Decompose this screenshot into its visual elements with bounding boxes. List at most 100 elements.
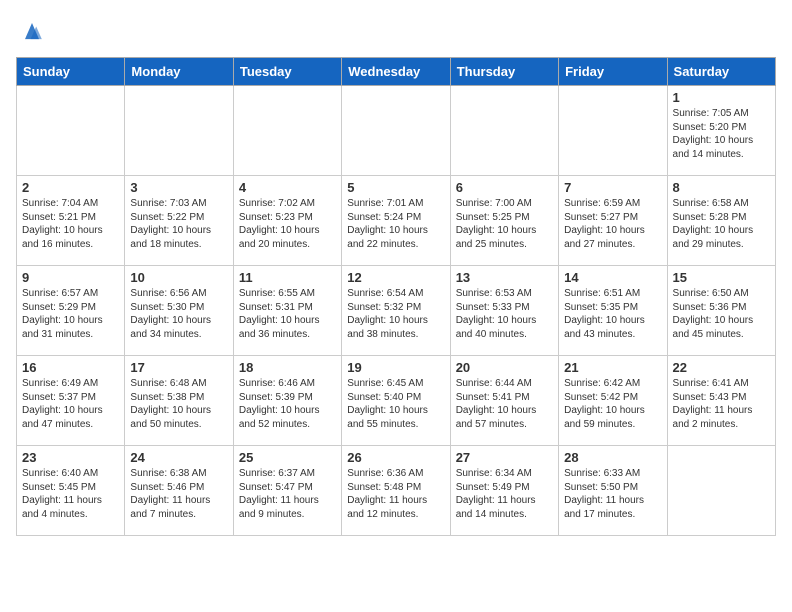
day-info: Sunrise: 7:00 AM Sunset: 5:25 PM Dayligh… [456, 197, 553, 251]
weekday-header-friday: Friday [559, 58, 667, 86]
day-info: Sunrise: 7:03 AM Sunset: 5:22 PM Dayligh… [130, 197, 227, 251]
weekday-header-thursday: Thursday [450, 58, 558, 86]
calendar-cell: 21 Sunrise: 6:42 AM Sunset: 5:42 PM Dayli… [559, 356, 667, 446]
calendar-cell: 22 Sunrise: 6:41 AM Sunset: 5:43 PM Dayli… [667, 356, 775, 446]
calendar-cell: 5 Sunrise: 7:01 AM Sunset: 5:24 PM Daylig… [342, 176, 450, 266]
calendar-cell: 14 Sunrise: 6:51 AM Sunset: 5:35 PM Dayli… [559, 266, 667, 356]
day-info: Sunrise: 7:01 AM Sunset: 5:24 PM Dayligh… [347, 197, 444, 251]
calendar-cell [559, 86, 667, 176]
calendar-cell: 23 Sunrise: 6:40 AM Sunset: 5:45 PM Dayli… [17, 446, 125, 536]
day-number: 4 [239, 180, 336, 195]
day-info: Sunrise: 6:45 AM Sunset: 5:40 PM Dayligh… [347, 377, 444, 431]
page-header [16, 16, 776, 49]
day-number: 23 [22, 450, 119, 465]
calendar-cell [667, 446, 775, 536]
weekday-header-wednesday: Wednesday [342, 58, 450, 86]
day-info: Sunrise: 6:55 AM Sunset: 5:31 PM Dayligh… [239, 287, 336, 341]
day-info: Sunrise: 6:53 AM Sunset: 5:33 PM Dayligh… [456, 287, 553, 341]
calendar-cell: 28 Sunrise: 6:33 AM Sunset: 5:50 PM Dayli… [559, 446, 667, 536]
day-number: 15 [673, 270, 770, 285]
day-number: 6 [456, 180, 553, 195]
week-row-1: 1 Sunrise: 7:05 AM Sunset: 5:20 PM Daylig… [17, 86, 776, 176]
day-number: 9 [22, 270, 119, 285]
calendar-table: SundayMondayTuesdayWednesdayThursdayFrid… [16, 57, 776, 536]
day-number: 7 [564, 180, 661, 195]
calendar-cell: 24 Sunrise: 6:38 AM Sunset: 5:46 PM Dayli… [125, 446, 233, 536]
calendar-cell: 4 Sunrise: 7:02 AM Sunset: 5:23 PM Daylig… [233, 176, 341, 266]
day-number: 21 [564, 360, 661, 375]
calendar-cell: 13 Sunrise: 6:53 AM Sunset: 5:33 PM Dayli… [450, 266, 558, 356]
day-number: 26 [347, 450, 444, 465]
day-number: 12 [347, 270, 444, 285]
day-info: Sunrise: 6:34 AM Sunset: 5:49 PM Dayligh… [456, 467, 553, 521]
week-row-5: 23 Sunrise: 6:40 AM Sunset: 5:45 PM Dayli… [17, 446, 776, 536]
day-info: Sunrise: 7:04 AM Sunset: 5:21 PM Dayligh… [22, 197, 119, 251]
weekday-header-monday: Monday [125, 58, 233, 86]
calendar-cell: 12 Sunrise: 6:54 AM Sunset: 5:32 PM Dayli… [342, 266, 450, 356]
day-number: 27 [456, 450, 553, 465]
calendar-cell: 16 Sunrise: 6:49 AM Sunset: 5:37 PM Dayli… [17, 356, 125, 446]
calendar-cell: 6 Sunrise: 7:00 AM Sunset: 5:25 PM Daylig… [450, 176, 558, 266]
calendar-cell [450, 86, 558, 176]
day-number: 14 [564, 270, 661, 285]
logo [16, 16, 46, 49]
day-info: Sunrise: 6:48 AM Sunset: 5:38 PM Dayligh… [130, 377, 227, 431]
day-number: 3 [130, 180, 227, 195]
day-info: Sunrise: 6:44 AM Sunset: 5:41 PM Dayligh… [456, 377, 553, 431]
calendar-cell: 18Sunrise: 6:46 AM Sunset: 5:39 PM Dayli… [233, 356, 341, 446]
day-info: Sunrise: 6:59 AM Sunset: 5:27 PM Dayligh… [564, 197, 661, 251]
day-info: Sunrise: 6:56 AM Sunset: 5:30 PM Dayligh… [130, 287, 227, 341]
calendar-cell: 1 Sunrise: 7:05 AM Sunset: 5:20 PM Daylig… [667, 86, 775, 176]
calendar-cell: 17 Sunrise: 6:48 AM Sunset: 5:38 PM Dayli… [125, 356, 233, 446]
day-info: Sunrise: 6:51 AM Sunset: 5:35 PM Dayligh… [564, 287, 661, 341]
day-number: 19 [347, 360, 444, 375]
logo-icon [18, 16, 46, 44]
weekday-header-tuesday: Tuesday [233, 58, 341, 86]
day-number: 16 [22, 360, 119, 375]
day-info: Sunrise: 6:42 AM Sunset: 5:42 PM Dayligh… [564, 377, 661, 431]
week-row-4: 16 Sunrise: 6:49 AM Sunset: 5:37 PM Dayli… [17, 356, 776, 446]
day-info: Sunrise: 6:50 AM Sunset: 5:36 PM Dayligh… [673, 287, 770, 341]
calendar-cell: 8Sunrise: 6:58 AM Sunset: 5:28 PM Daylig… [667, 176, 775, 266]
week-row-3: 9Sunrise: 6:57 AM Sunset: 5:29 PM Daylig… [17, 266, 776, 356]
day-number: 11 [239, 270, 336, 285]
day-number: 1 [673, 90, 770, 105]
day-number: 28 [564, 450, 661, 465]
calendar-cell [342, 86, 450, 176]
day-number: 22 [673, 360, 770, 375]
day-info: Sunrise: 7:02 AM Sunset: 5:23 PM Dayligh… [239, 197, 336, 251]
day-info: Sunrise: 6:54 AM Sunset: 5:32 PM Dayligh… [347, 287, 444, 341]
day-number: 13 [456, 270, 553, 285]
day-number: 2 [22, 180, 119, 195]
day-number: 10 [130, 270, 227, 285]
day-info: Sunrise: 7:05 AM Sunset: 5:20 PM Dayligh… [673, 107, 770, 161]
calendar-cell: 15 Sunrise: 6:50 AM Sunset: 5:36 PM Dayli… [667, 266, 775, 356]
calendar-cell: 3 Sunrise: 7:03 AM Sunset: 5:22 PM Daylig… [125, 176, 233, 266]
weekday-header-row: SundayMondayTuesdayWednesdayThursdayFrid… [17, 58, 776, 86]
calendar-cell [17, 86, 125, 176]
day-number: 5 [347, 180, 444, 195]
calendar-cell: 25Sunrise: 6:37 AM Sunset: 5:47 PM Dayli… [233, 446, 341, 536]
day-info: Sunrise: 6:40 AM Sunset: 5:45 PM Dayligh… [22, 467, 119, 521]
day-info: Sunrise: 6:41 AM Sunset: 5:43 PM Dayligh… [673, 377, 770, 431]
calendar-cell: 27 Sunrise: 6:34 AM Sunset: 5:49 PM Dayli… [450, 446, 558, 536]
calendar-cell: 2 Sunrise: 7:04 AM Sunset: 5:21 PM Daylig… [17, 176, 125, 266]
weekday-header-sunday: Sunday [17, 58, 125, 86]
day-info: Sunrise: 6:33 AM Sunset: 5:50 PM Dayligh… [564, 467, 661, 521]
day-info: Sunrise: 6:46 AM Sunset: 5:39 PM Dayligh… [239, 377, 336, 431]
calendar-cell: 11 Sunrise: 6:55 AM Sunset: 5:31 PM Dayli… [233, 266, 341, 356]
day-number: 24 [130, 450, 227, 465]
day-info: Sunrise: 6:49 AM Sunset: 5:37 PM Dayligh… [22, 377, 119, 431]
calendar-cell [125, 86, 233, 176]
day-number: 20 [456, 360, 553, 375]
calendar-cell: 20 Sunrise: 6:44 AM Sunset: 5:41 PM Dayli… [450, 356, 558, 446]
day-info: Sunrise: 6:58 AM Sunset: 5:28 PM Dayligh… [673, 197, 770, 251]
calendar-cell: 10 Sunrise: 6:56 AM Sunset: 5:30 PM Dayli… [125, 266, 233, 356]
calendar-cell [233, 86, 341, 176]
calendar-cell: 26Sunrise: 6:36 AM Sunset: 5:48 PM Dayli… [342, 446, 450, 536]
day-info: Sunrise: 6:38 AM Sunset: 5:46 PM Dayligh… [130, 467, 227, 521]
day-number: 17 [130, 360, 227, 375]
calendar-cell: 9Sunrise: 6:57 AM Sunset: 5:29 PM Daylig… [17, 266, 125, 356]
weekday-header-saturday: Saturday [667, 58, 775, 86]
calendar-cell: 7 Sunrise: 6:59 AM Sunset: 5:27 PM Daylig… [559, 176, 667, 266]
